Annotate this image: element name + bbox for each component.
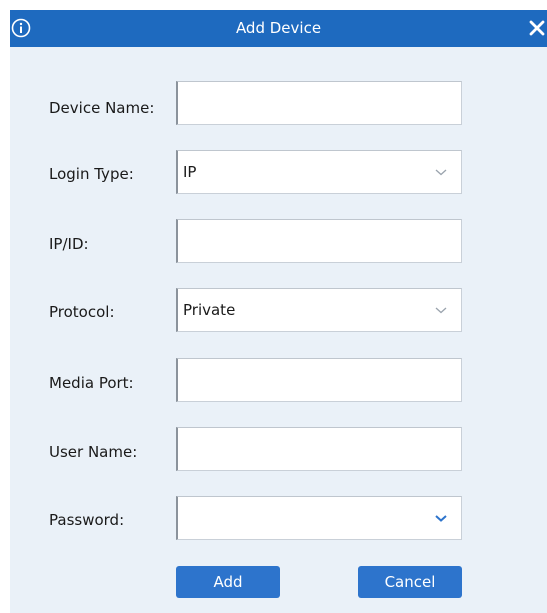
login-type-label: Login Type: (49, 165, 134, 183)
title-bar: Add Device (10, 10, 547, 47)
protocol-select[interactable]: Private (176, 288, 462, 332)
add-button[interactable]: Add (176, 566, 280, 598)
ip-id-input[interactable] (176, 219, 462, 263)
user-name-input[interactable] (176, 427, 462, 471)
chevron-down-icon (435, 169, 447, 176)
protocol-label: Protocol: (49, 303, 115, 321)
media-port-label: Media Port: (49, 374, 134, 392)
device-name-input[interactable] (176, 81, 462, 125)
chevron-down-icon (435, 307, 447, 314)
cancel-button[interactable]: Cancel (358, 566, 462, 598)
dialog-title: Add Device (235, 19, 322, 37)
login-type-value: IP (183, 163, 197, 181)
password-label: Password: (49, 511, 125, 529)
add-device-dialog: Add Device Device Name: Login Type: IP I… (10, 10, 547, 613)
login-type-select[interactable]: IP (176, 150, 462, 194)
media-port-input[interactable] (176, 358, 462, 402)
close-icon[interactable] (527, 18, 547, 38)
protocol-value: Private (183, 301, 236, 319)
chevron-down-icon[interactable] (435, 513, 447, 523)
ip-id-label: IP/ID: (49, 235, 89, 253)
user-name-label: User Name: (49, 443, 138, 461)
device-name-label: Device Name: (49, 99, 155, 117)
password-input[interactable] (176, 496, 462, 540)
